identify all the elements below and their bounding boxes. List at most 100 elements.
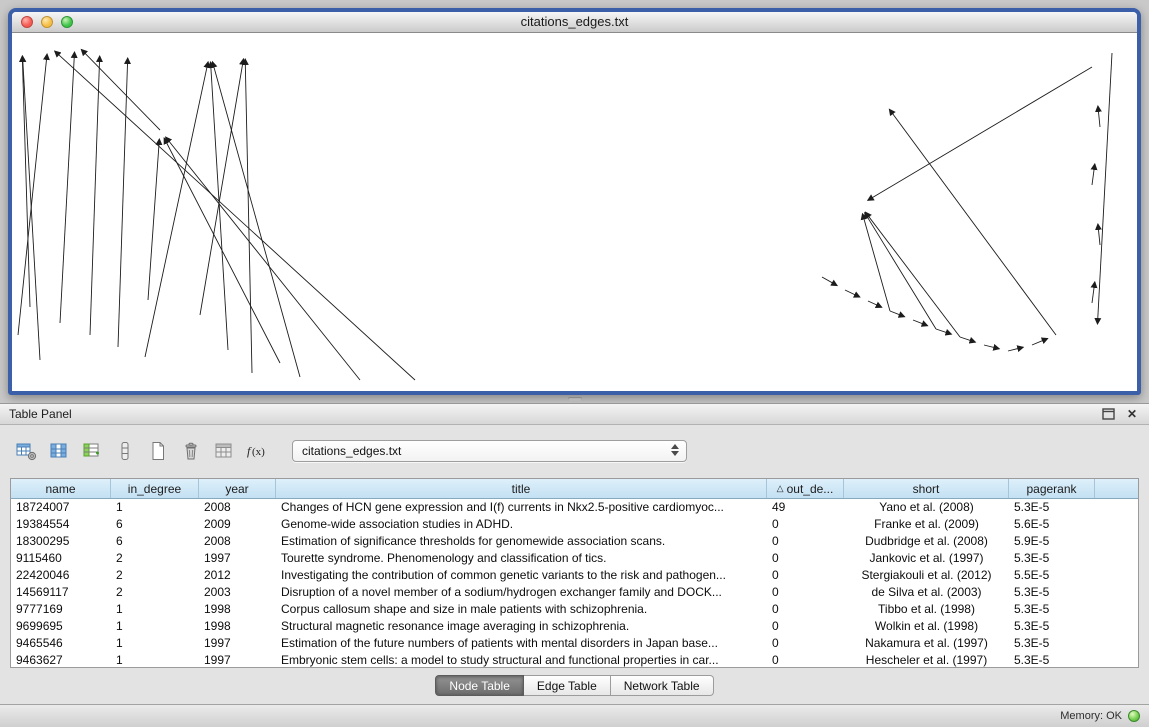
- table-select[interactable]: citations_edges.txt: [292, 440, 687, 462]
- table-row[interactable]: 946362711997Embryonic stem cells: a mode…: [11, 652, 1138, 668]
- column-header-title[interactable]: title: [276, 479, 767, 498]
- table-cell: 5.3E-5: [1009, 601, 1095, 618]
- graph-edge[interactable]: [55, 51, 415, 380]
- table-cell: [1095, 584, 1138, 601]
- graph-edge[interactable]: [822, 277, 837, 286]
- table-row[interactable]: 946554611997Estimation of the future num…: [11, 635, 1138, 652]
- column-header-short[interactable]: short: [844, 479, 1009, 498]
- graph-edge[interactable]: [913, 320, 928, 326]
- graph-edge[interactable]: [1098, 106, 1100, 127]
- tab-edge-table[interactable]: Edge Table: [524, 675, 611, 696]
- graph-edge[interactable]: [23, 56, 40, 360]
- graph-edge[interactable]: [1008, 347, 1023, 351]
- table-cell: 9463627: [11, 652, 111, 668]
- table-panel-title: Table Panel: [9, 407, 72, 421]
- table-cell: 0: [767, 516, 844, 533]
- table-mode-icon[interactable]: [12, 437, 40, 465]
- float-panel-icon[interactable]: [1100, 406, 1116, 422]
- graph-edge[interactable]: [81, 49, 160, 130]
- graph-edge[interactable]: [166, 137, 360, 380]
- table-row[interactable]: 1938455462009Genome-wide association stu…: [11, 516, 1138, 533]
- table-cell: Tourette syndrome. Phenomenology and cla…: [276, 550, 767, 567]
- zoom-button[interactable]: [61, 16, 73, 28]
- graph-edge[interactable]: [90, 56, 100, 335]
- create-column-icon[interactable]: [78, 437, 106, 465]
- graph-edge[interactable]: [200, 59, 243, 315]
- table-cell: 9699695: [11, 618, 111, 635]
- column-header-name[interactable]: name: [11, 479, 111, 498]
- column-header-year[interactable]: year: [199, 479, 276, 498]
- graph-edge[interactable]: [148, 139, 159, 300]
- table-cell: [1095, 618, 1138, 635]
- table-row[interactable]: 911546021997Tourette syndrome. Phenomeno…: [11, 550, 1138, 567]
- graph-edge[interactable]: [936, 329, 951, 334]
- graph-edge[interactable]: [868, 67, 1092, 200]
- graph-edge[interactable]: [889, 109, 1056, 335]
- table-cell: Nakamura et al. (1997): [844, 635, 1009, 652]
- graph-edge[interactable]: [22, 56, 30, 307]
- graph-edge[interactable]: [862, 214, 890, 311]
- table-row[interactable]: 1456911722003Disruption of a novel membe…: [11, 584, 1138, 601]
- table-cell: 1: [111, 618, 199, 635]
- table-cell: Yano et al. (2008): [844, 499, 1009, 516]
- function-builder-icon[interactable]: f (x): [243, 437, 271, 465]
- table-cell: 19384554: [11, 516, 111, 533]
- panel-splitter-handle[interactable]: [568, 397, 582, 401]
- show-columns-icon[interactable]: [45, 437, 73, 465]
- column-header-filler: [1095, 479, 1138, 498]
- tab-network-table[interactable]: Network Table: [611, 675, 714, 696]
- table-cell: Structural magnetic resonance image aver…: [276, 618, 767, 635]
- graph-edge[interactable]: [1092, 164, 1095, 185]
- network-canvas-svg[interactable]: [12, 33, 1137, 391]
- graph-edge[interactable]: [890, 311, 905, 317]
- table-cell: [1095, 601, 1138, 618]
- graph-edge[interactable]: [1097, 53, 1112, 324]
- graph-edge[interactable]: [1032, 338, 1048, 345]
- table-cell: 2012: [199, 567, 276, 584]
- close-button[interactable]: [21, 16, 33, 28]
- graph-edge[interactable]: [18, 54, 47, 335]
- graph-edge[interactable]: [245, 59, 252, 373]
- table-cell: 0: [767, 533, 844, 550]
- table-cell: 1: [111, 499, 199, 516]
- table-cell: 5.6E-5: [1009, 516, 1095, 533]
- graph-edge[interactable]: [960, 337, 975, 342]
- minimize-button[interactable]: [41, 16, 53, 28]
- table-row[interactable]: 1872400712008Changes of HCN gene express…: [11, 499, 1138, 516]
- graph-edge[interactable]: [1092, 282, 1095, 303]
- graph-edge[interactable]: [211, 62, 228, 350]
- table-cell: 5.9E-5: [1009, 533, 1095, 550]
- table-cell: Franke et al. (2009): [844, 516, 1009, 533]
- graph-edge[interactable]: [868, 301, 882, 307]
- network-canvas[interactable]: [12, 33, 1137, 391]
- graph-edge[interactable]: [865, 213, 936, 329]
- graph-edge[interactable]: [164, 138, 280, 363]
- table-row[interactable]: 977716911998Corpus callosum shape and si…: [11, 601, 1138, 618]
- close-panel-icon[interactable]: ✕: [1124, 406, 1140, 422]
- sort-ascending-icon: △: [777, 483, 784, 494]
- graph-edge[interactable]: [1098, 224, 1100, 245]
- table-cell: 5.3E-5: [1009, 635, 1095, 652]
- delete-icon[interactable]: [177, 437, 205, 465]
- row-height-icon[interactable]: [111, 437, 139, 465]
- table-row[interactable]: 969969511998Structural magnetic resonanc…: [11, 618, 1138, 635]
- table-cell: 2008: [199, 533, 276, 550]
- column-header-out-degree[interactable]: △out_de...: [767, 479, 844, 498]
- graph-edge[interactable]: [984, 345, 999, 349]
- new-file-icon[interactable]: [144, 437, 172, 465]
- window-titlebar[interactable]: citations_edges.txt: [12, 12, 1137, 33]
- table-cell: Genome-wide association studies in ADHD.: [276, 516, 767, 533]
- table-cell: Wolkin et al. (1998): [844, 618, 1009, 635]
- table-row[interactable]: 2242004622012Investigating the contribut…: [11, 567, 1138, 584]
- graph-edge[interactable]: [845, 290, 860, 297]
- tab-node-table[interactable]: Node Table: [435, 675, 524, 696]
- column-header-pagerank[interactable]: pagerank: [1009, 479, 1095, 498]
- graph-edge[interactable]: [118, 58, 128, 347]
- memory-status-label: Memory: OK: [1060, 710, 1122, 722]
- table-cell: 2: [111, 584, 199, 601]
- import-table-icon[interactable]: [210, 437, 238, 465]
- table-row[interactable]: 1830029562008Estimation of significance …: [11, 533, 1138, 550]
- column-header-in-degree[interactable]: in_degree: [111, 479, 199, 498]
- graph-edge[interactable]: [60, 52, 75, 323]
- graph-edge[interactable]: [212, 62, 300, 377]
